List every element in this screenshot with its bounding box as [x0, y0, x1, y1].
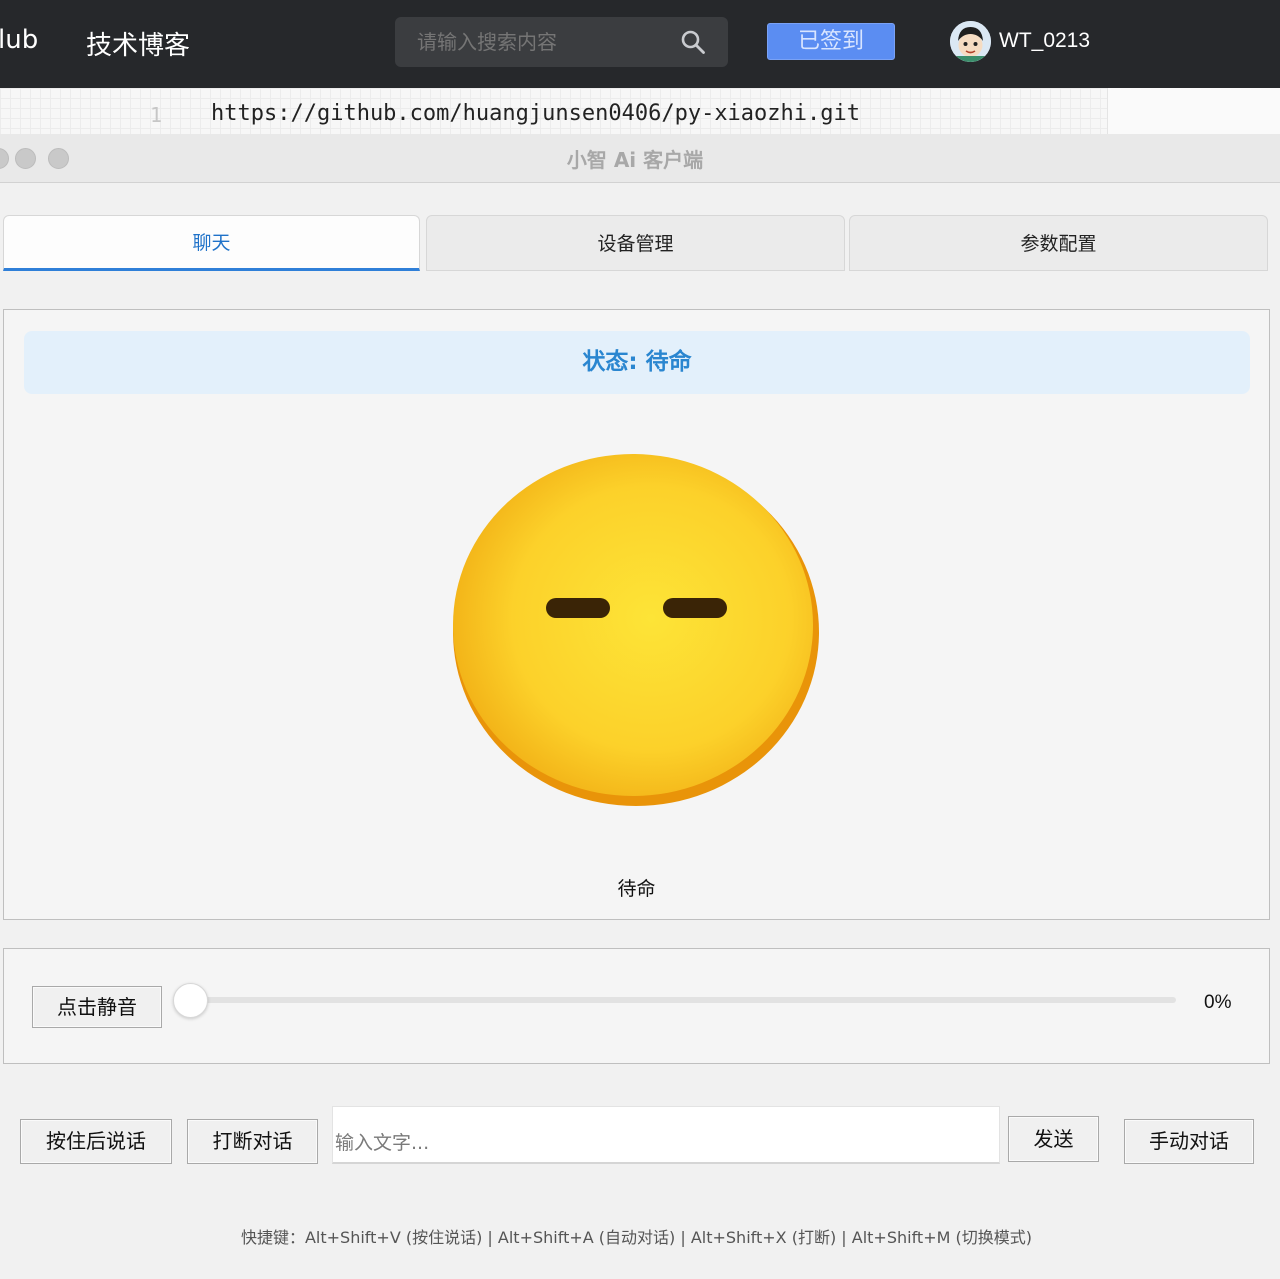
site-logo-text[interactable]: lub: [0, 25, 38, 55]
manual-dialogue-button[interactable]: 手动对话: [1124, 1119, 1254, 1164]
status-banner: 状态: 待命: [24, 331, 1250, 394]
username[interactable]: WT_0213: [999, 29, 1090, 53]
line-number: 1: [150, 103, 163, 127]
user-avatar-icon: [950, 21, 991, 62]
search-input[interactable]: [417, 30, 667, 54]
hold-to-talk-button[interactable]: 按住后说话: [20, 1119, 172, 1164]
window-title: 小智 Ai 客户端: [566, 148, 704, 172]
emotion-label: 待命: [617, 878, 656, 900]
send-button[interactable]: 发送: [1008, 1116, 1099, 1162]
expressionless-face-icon: [453, 454, 819, 806]
signed-in-button[interactable]: 已签到: [767, 23, 895, 60]
search-icon[interactable]: [680, 29, 706, 55]
avatar[interactable]: [950, 21, 991, 62]
nav-link-tech-blog[interactable]: 技术博客: [86, 25, 190, 62]
code-editor-strip: 1 https://github.com/huangjunsen0406/py-…: [0, 88, 1280, 134]
interrupt-button[interactable]: 打断对话: [187, 1119, 318, 1164]
code-line[interactable]: https://github.com/huangjunsen0406/py-xi…: [211, 101, 860, 126]
volume-slider-handle[interactable]: [173, 983, 208, 1018]
volume-slider-track[interactable]: [190, 997, 1176, 1003]
shortcut-hint: 快捷键：Alt+Shift+V (按住说话) | Alt+Shift+A (自动…: [240, 1228, 1032, 1247]
search-box[interactable]: [395, 17, 728, 67]
mute-button[interactable]: 点击静音: [32, 986, 162, 1028]
tab-device-management[interactable]: 设备管理: [426, 215, 845, 271]
site-header: lub 技术博客 已签到 WT_0213: [0, 0, 1280, 88]
editor-side-pane: [1107, 88, 1280, 134]
tab-parameter-config[interactable]: 参数配置: [849, 215, 1268, 271]
text-message-input[interactable]: [332, 1106, 1000, 1164]
tab-chat[interactable]: 聊天: [3, 215, 420, 271]
volume-level-text: 0%: [1204, 992, 1232, 1013]
